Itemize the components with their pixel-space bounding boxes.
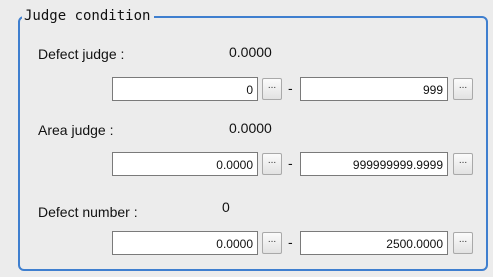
area-judge-min-field[interactable]: 0.0000 [112,152,258,176]
defect-number-max-field[interactable]: 2500.0000 [300,231,448,255]
defect-number-max-button[interactable]: ... [453,232,473,254]
range-separator: - [288,80,293,96]
defect-judge-label: Defect judge : [38,46,125,62]
defect-judge-max-button[interactable]: ... [453,78,473,100]
defect-number-label: Defect number : [38,204,138,220]
defect-judge-max-field[interactable]: 999 [300,77,448,101]
area-judge-max-button[interactable]: ... [453,153,473,175]
defect-number-min-button[interactable]: ... [262,232,282,254]
area-judge-label: Area judge : [38,122,114,138]
range-separator: - [288,234,293,250]
defect-judge-value: 0.0000 [229,44,272,60]
defect-judge-min-button[interactable]: ... [262,78,282,100]
range-separator: - [288,155,293,171]
area-judge-min-button[interactable]: ... [262,153,282,175]
defect-number-value: 0 [222,199,230,215]
defect-judge-min-field[interactable]: 0 [112,77,258,101]
area-judge-value: 0.0000 [229,120,272,136]
group-title: Judge condition [22,8,155,24]
defect-number-min-field[interactable]: 0.0000 [112,231,258,255]
area-judge-max-field[interactable]: 999999999.9999 [300,152,448,176]
